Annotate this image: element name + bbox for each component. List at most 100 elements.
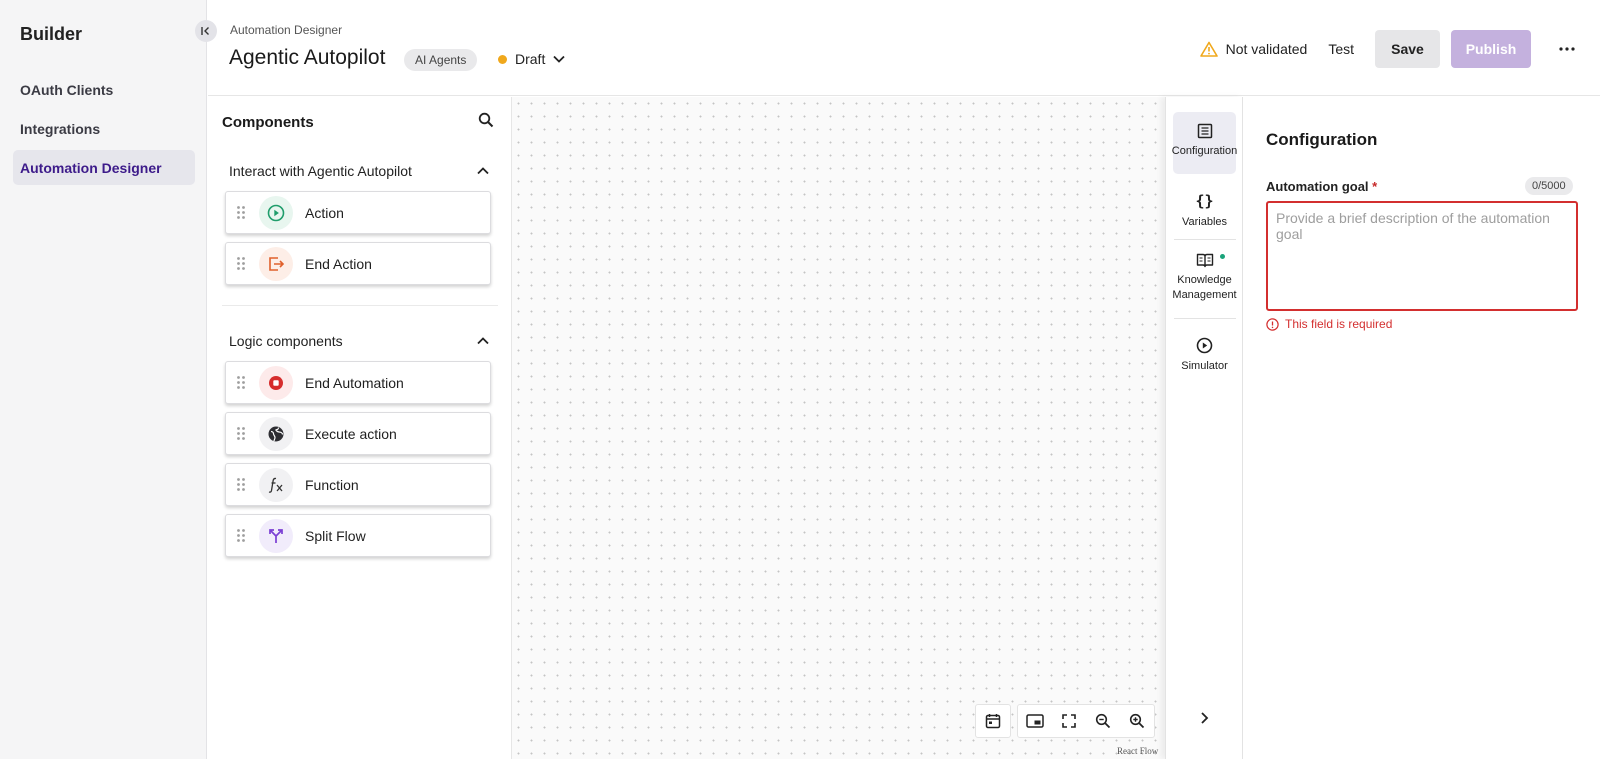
minimap-button[interactable] [1018, 705, 1052, 737]
drag-handle-icon[interactable] [235, 257, 247, 270]
more-horizontal-icon [1559, 47, 1575, 51]
drag-handle-icon[interactable] [235, 427, 247, 440]
component-card-end-action[interactable]: End Action [225, 242, 491, 285]
component-label: End Automation [305, 374, 404, 391]
sidebar-item-automation-designer[interactable]: Automation Designer [13, 150, 195, 185]
fullscreen-icon [1062, 714, 1076, 728]
sidebar-list: OAuth Clients Integrations Automation De… [13, 72, 195, 189]
zoom-in-button[interactable] [1120, 705, 1154, 737]
tab-configuration[interactable]: Configuration [1171, 112, 1238, 174]
collapse-sidebar-button[interactable] [195, 20, 217, 42]
drag-handle-icon[interactable] [235, 206, 247, 219]
view-controls [1017, 704, 1155, 738]
automation-goal-label: Automation goal * [1266, 179, 1377, 194]
component-card-action[interactable]: Action [225, 191, 491, 234]
status-dot [498, 54, 507, 64]
tab-label: Knowledge Management [1172, 274, 1237, 301]
app: Builder OAuth Clients Integrations Autom… [0, 0, 1600, 759]
component-label: End Action [305, 255, 372, 272]
publish-button[interactable]: Publish [1451, 30, 1531, 68]
minimap-icon [1026, 714, 1044, 728]
chevron-up-icon [477, 337, 489, 345]
search-components-button[interactable] [478, 112, 494, 133]
sidebar-title: Builder [20, 24, 83, 44]
drag-handle-icon[interactable] [235, 478, 247, 491]
sidebar-item-oauth-clients[interactable]: OAuth Clients [13, 72, 195, 107]
error-info-icon [1266, 317, 1279, 331]
character-counter: 0/5000 [1525, 177, 1573, 195]
play-circle-icon [1196, 337, 1213, 354]
status-label: Draft [515, 51, 546, 67]
validation-label: Not validated [1225, 41, 1308, 57]
more-options-button[interactable] [1555, 37, 1579, 61]
component-card-function[interactable]: Function [225, 463, 491, 506]
component-card-execute-action[interactable]: Execute action [225, 412, 491, 455]
required-mark: * [1372, 179, 1378, 194]
save-button[interactable]: Save [1375, 30, 1440, 68]
calendar-icon [985, 714, 1001, 729]
flow-canvas[interactable]: React Flow [512, 97, 1165, 759]
zoom-out-button[interactable] [1086, 705, 1120, 737]
stop-circle-icon [259, 365, 293, 400]
sidebar-nav: Builder OAuth Clients Integrations Autom… [0, 0, 207, 759]
tab-simulator[interactable]: Simulator [1173, 337, 1236, 374]
automation-goal-input[interactable] [1266, 201, 1578, 311]
tab-label: Variables [1181, 216, 1228, 228]
rail-divider [1174, 239, 1236, 240]
section-logic-header[interactable]: Logic components [229, 329, 489, 353]
chevron-right-icon [1201, 712, 1209, 724]
tab-label: Configuration [1171, 145, 1238, 157]
exit-box-icon [259, 246, 293, 281]
list-box-icon [1197, 123, 1212, 139]
ai-agents-tag: AI Agents [404, 49, 478, 71]
section-interact-header[interactable]: Interact with Agentic Autopilot [229, 159, 489, 183]
validation-status[interactable]: Not validated [1199, 41, 1308, 57]
book-icon [1196, 253, 1213, 268]
drag-handle-icon[interactable] [235, 529, 247, 542]
component-label: Function [305, 476, 359, 493]
section-interact-title: Interact with Agentic Autopilot [229, 163, 412, 179]
section-divider [222, 305, 498, 306]
breadcrumb[interactable]: Automation Designer [230, 23, 342, 37]
canvas-controls [975, 704, 1155, 738]
zoom-out-icon [1095, 713, 1111, 729]
side-tab-rail: Configuration {} Variables Knowledge Man… [1165, 97, 1243, 759]
header-actions: Not validated Test Save Publish [1199, 29, 1600, 69]
collapse-left-icon [201, 27, 209, 35]
test-button[interactable]: Test [1328, 41, 1354, 57]
notification-dot [1220, 254, 1225, 259]
configuration-title: Configuration [1266, 130, 1378, 149]
play-circle-icon [259, 195, 293, 230]
validation-error: This field is required [1266, 317, 1392, 331]
tab-knowledge-management[interactable]: Knowledge Management [1172, 252, 1237, 303]
function-icon [259, 467, 293, 502]
components-panel: Components Interact with Agentic Autopil… [208, 97, 512, 759]
status-dropdown[interactable]: Draft [498, 51, 565, 67]
tab-variables[interactable]: {} Variables [1173, 192, 1236, 230]
configuration-panel: Configuration Automation goal * 0/5000 T… [1243, 97, 1600, 759]
component-label: Action [305, 204, 344, 221]
component-card-end-automation[interactable]: End Automation [225, 361, 491, 404]
split-arrows-icon [259, 518, 293, 553]
calendar-button[interactable] [976, 705, 1010, 737]
chevron-down-icon [553, 55, 565, 63]
page-title: Agentic Autopilot [229, 46, 386, 69]
warning-icon [1199, 41, 1218, 57]
rail-divider [1174, 318, 1236, 319]
error-text: This field is required [1285, 317, 1393, 331]
search-icon [478, 112, 494, 128]
drag-handle-icon[interactable] [235, 376, 247, 389]
braces-icon: {} [1195, 192, 1214, 210]
fit-view-button[interactable] [1052, 705, 1086, 737]
component-label: Execute action [305, 425, 397, 442]
react-flow-attribution[interactable]: React Flow [1117, 746, 1158, 756]
goal-label-text: Automation goal [1266, 179, 1369, 194]
expand-panel-button[interactable] [1195, 709, 1213, 732]
component-card-split-flow[interactable]: Split Flow [225, 514, 491, 557]
chevron-up-icon [477, 167, 489, 175]
component-label: Split Flow [305, 527, 366, 544]
components-title: Components [222, 114, 314, 131]
section-logic-title: Logic components [229, 333, 343, 349]
tab-label: Simulator [1181, 360, 1228, 372]
sidebar-item-integrations[interactable]: Integrations [13, 111, 195, 146]
